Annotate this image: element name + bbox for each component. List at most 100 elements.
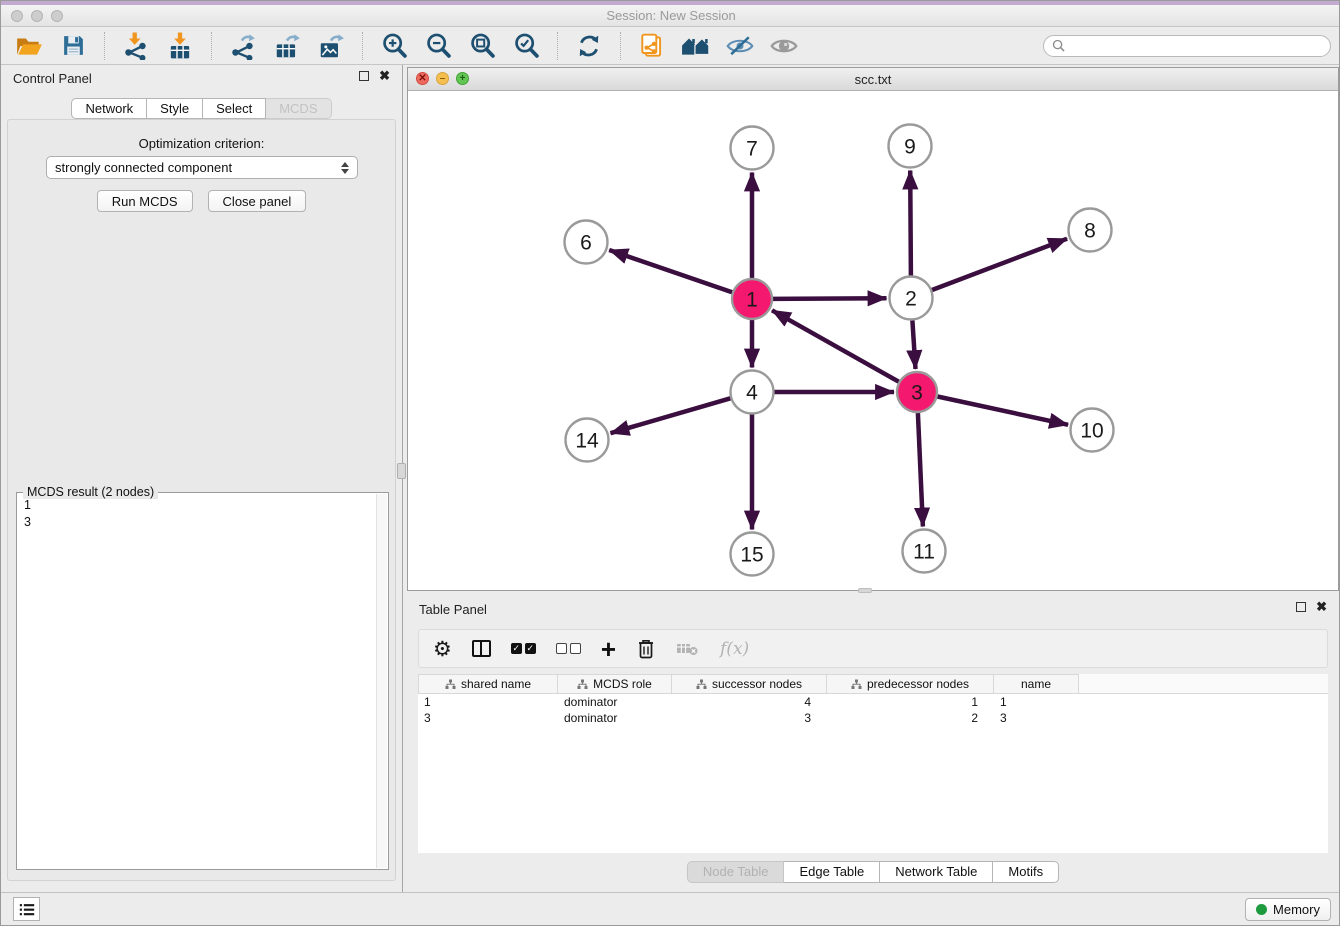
table-options-icon[interactable]: ⚙ — [433, 634, 452, 664]
close-panel-button[interactable]: Close panel — [208, 190, 307, 212]
table-row[interactable]: 3dominator323 — [418, 710, 1328, 726]
hide-selected-icon[interactable] — [722, 29, 758, 63]
column-browser-icon[interactable] — [472, 634, 491, 664]
deselect-all-rows-icon[interactable] — [556, 634, 581, 664]
tab-select[interactable]: Select — [203, 98, 266, 119]
show-all-icon[interactable] — [766, 29, 802, 63]
column-header-shared-name[interactable]: shared name — [418, 674, 558, 694]
zoom-out-icon[interactable] — [420, 29, 456, 63]
cell-mcds_role[interactable]: dominator — [558, 694, 672, 710]
network-window-titlebar[interactable]: ✕ – + scc.txt — [408, 68, 1338, 91]
cell-successor_nodes[interactable]: 4 — [672, 694, 827, 710]
float-panel-icon[interactable] — [359, 71, 369, 81]
refresh-layout-icon[interactable] — [571, 29, 607, 63]
optimization-criterion-select[interactable]: strongly connected component — [46, 156, 358, 179]
close-table-panel-icon[interactable]: ✖ — [1316, 602, 1327, 612]
zoom-in-icon[interactable] — [376, 29, 412, 63]
cell-mcds_role[interactable]: dominator — [558, 710, 672, 726]
table-row[interactable]: 1dominator411 — [418, 694, 1328, 710]
first-neighbors-icon[interactable] — [678, 29, 714, 63]
graph-node-11[interactable]: 11 — [903, 530, 946, 573]
column-header-name[interactable]: name — [994, 674, 1079, 694]
network-canvas[interactable]: 7 9 6 8 1 2 4 3 14 10 15 11 — [408, 91, 1338, 590]
delete-columns-icon[interactable] — [636, 634, 656, 664]
cell-shared_name[interactable]: 1 — [418, 694, 558, 710]
result-scrollbar[interactable] — [376, 494, 387, 868]
tab-network[interactable]: Network — [71, 98, 147, 119]
column-type-icon — [851, 679, 862, 690]
float-table-panel-icon[interactable] — [1296, 602, 1306, 612]
memory-status-icon — [1256, 904, 1267, 915]
graph-node-1[interactable]: 1 — [732, 279, 772, 319]
window-titlebar: Session: New Session — [1, 1, 1340, 27]
eye-glyph — [770, 35, 798, 57]
graph-edge-3-1[interactable] — [772, 310, 899, 381]
tab-node-table[interactable]: Node Table — [687, 861, 785, 883]
graph-node-6[interactable]: 6 — [565, 221, 608, 264]
delete-table-icon[interactable] — [676, 634, 700, 664]
tab-network-table[interactable]: Network Table — [880, 861, 993, 883]
add-column-icon[interactable]: + — [601, 634, 616, 664]
cell-name[interactable]: 1 — [994, 694, 1079, 710]
column-header-MCDS-role[interactable]: MCDS role — [558, 674, 672, 694]
graph-edge-2-8[interactable] — [932, 239, 1067, 290]
memory-button[interactable]: Memory — [1245, 898, 1331, 921]
close-panel-icon[interactable]: ✖ — [379, 71, 390, 81]
select-all-rows-icon[interactable]: ✓✓ — [511, 634, 536, 664]
graph-node-14[interactable]: 14 — [566, 419, 609, 462]
tab-mcds[interactable]: MCDS — [266, 98, 331, 119]
graph-edge-3-11[interactable] — [918, 413, 923, 527]
column-header-predecessor-nodes[interactable]: predecessor nodes — [827, 674, 994, 694]
tab-edge-table[interactable]: Edge Table — [784, 861, 880, 883]
graph-node-2[interactable]: 2 — [890, 277, 933, 320]
graph-node-9[interactable]: 9 — [889, 125, 932, 168]
graph-edge-2-3[interactable] — [912, 321, 915, 370]
graph-node-7[interactable]: 7 — [731, 127, 774, 170]
task-history-button[interactable] — [13, 897, 40, 921]
export-image-icon[interactable] — [313, 29, 349, 63]
import-table-icon[interactable] — [162, 29, 198, 63]
search-input[interactable] — [1070, 39, 1322, 53]
cell-shared_name[interactable]: 3 — [418, 710, 558, 726]
graph-edge-4-14[interactable] — [611, 398, 731, 433]
export-network-glyph — [229, 32, 257, 60]
graph-node-3[interactable]: 3 — [897, 372, 937, 412]
open-folder-icon — [15, 34, 43, 58]
cell-predecessor_nodes[interactable]: 2 — [827, 710, 994, 726]
cell-predecessor_nodes[interactable]: 1 — [827, 694, 994, 710]
graph-edge-1-2[interactable] — [773, 298, 887, 299]
clone-network-icon[interactable] — [634, 29, 670, 63]
open-file-icon[interactable] — [11, 29, 47, 63]
graph-node-8[interactable]: 8 — [1069, 209, 1112, 252]
save-session-icon[interactable] — [55, 29, 91, 63]
graph-node-4[interactable]: 4 — [731, 371, 774, 414]
zoom-selected-icon[interactable] — [508, 29, 544, 63]
status-bar: Memory — [1, 892, 1340, 925]
graph-node-label: 2 — [905, 288, 917, 311]
run-mcds-button[interactable]: Run MCDS — [97, 190, 193, 212]
tab-motifs[interactable]: Motifs — [993, 861, 1059, 883]
panel-divider-handle[interactable] — [397, 463, 406, 479]
export-network-icon[interactable] — [225, 29, 261, 63]
graph-node-label: 1 — [746, 289, 758, 312]
zoom-fit-icon[interactable] — [464, 29, 500, 63]
graph-edge-2-9[interactable] — [910, 171, 911, 276]
canvas-resize-handle[interactable] — [858, 588, 872, 593]
magnifier-plus-glyph — [381, 32, 408, 59]
cell-successor_nodes[interactable]: 3 — [672, 710, 827, 726]
graph-node-label: 6 — [580, 232, 592, 255]
memory-label: Memory — [1273, 902, 1320, 917]
network-graph[interactable]: 7 9 6 8 1 2 4 3 14 10 15 11 — [408, 91, 1338, 590]
tab-style[interactable]: Style — [147, 98, 203, 119]
graph-edge-1-6[interactable] — [609, 250, 732, 292]
column-header-successor-nodes[interactable]: successor nodes — [672, 674, 827, 694]
mcds-result-box[interactable]: MCDS result (2 nodes) 13 — [16, 492, 389, 870]
function-builder-icon[interactable]: f(x) — [720, 634, 749, 664]
main-toolbar — [1, 27, 1340, 65]
graph-node-15[interactable]: 15 — [731, 533, 774, 576]
import-network-icon[interactable] — [118, 29, 154, 63]
graph-edge-3-10[interactable] — [938, 397, 1069, 425]
export-table-icon[interactable] — [269, 29, 305, 63]
graph-node-10[interactable]: 10 — [1071, 409, 1114, 452]
cell-name[interactable]: 3 — [994, 710, 1079, 726]
